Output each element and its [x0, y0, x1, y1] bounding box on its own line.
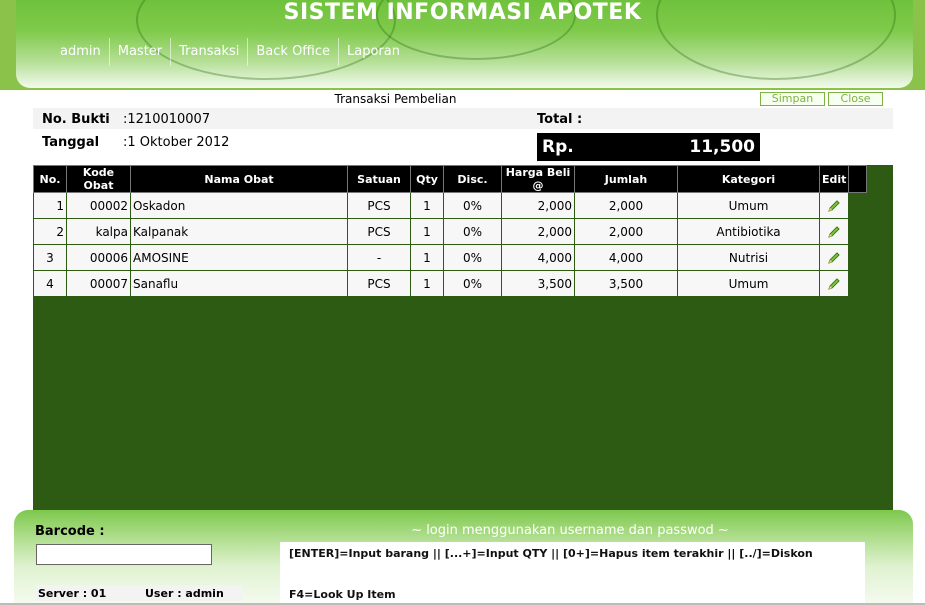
shortcut-help-line: [ENTER]=Input barang || [...+]=Input QTY… — [289, 547, 813, 560]
tanggal-label: Tanggal — [42, 135, 100, 150]
cell-harga: 3,500 — [501, 270, 575, 297]
shortcut-help-line: F4=Look Up Item — [289, 588, 396, 601]
col-header-kategori: Kategori — [677, 165, 820, 193]
cell-jumlah: 2,000 — [574, 192, 678, 219]
col-header-nama: Nama Obat — [130, 165, 348, 193]
user-status: User : admin — [145, 587, 224, 600]
currency-prefix: Rp. — [542, 137, 574, 157]
cell-harga: 4,000 — [501, 244, 575, 271]
save-button[interactable]: Simpan — [760, 92, 825, 106]
tanggal-value: :1 Oktober 2012 — [123, 135, 230, 150]
cell-disc: 0% — [443, 270, 502, 297]
cell-kode: 00007 — [66, 270, 131, 297]
cell-nama: Oskadon — [130, 192, 348, 219]
cell-nama: AMOSINE — [130, 244, 348, 271]
cell-no: 1 — [33, 192, 67, 219]
cell-kategori: Umum — [677, 192, 820, 219]
cell-spacer — [848, 218, 867, 245]
cell-disc: 0% — [443, 192, 502, 219]
help-section: ~ login menggunakan username dan passwod… — [275, 520, 870, 605]
nav-item-master[interactable]: Master — [110, 38, 172, 66]
pencil-icon[interactable] — [827, 277, 841, 291]
server-status: Server : 01 — [38, 587, 107, 600]
cell-edit[interactable] — [818, 244, 850, 271]
col-header-qty: Qty — [410, 165, 444, 193]
cell-spacer — [848, 192, 867, 219]
total-amount: 11,500 — [689, 137, 755, 157]
cell-kategori: Nutrisi — [677, 244, 820, 271]
nav-item-transaksi[interactable]: Transaksi — [171, 38, 249, 66]
pencil-icon[interactable] — [827, 225, 841, 239]
cell-nama: Kalpanak — [130, 218, 348, 245]
close-button[interactable]: Close — [828, 92, 883, 106]
table-header-row: No. Kode Obat Nama Obat Satuan Qty Disc.… — [33, 165, 868, 193]
pencil-icon[interactable] — [827, 251, 841, 265]
cell-spacer — [848, 270, 867, 297]
cell-harga: 2,000 — [501, 218, 575, 245]
page-title: Transaksi Pembelian — [334, 92, 457, 106]
cell-kategori: Umum — [677, 270, 820, 297]
cell-no: 4 — [33, 270, 67, 297]
no-bukti-value: :1210010007 — [123, 112, 211, 127]
barcode-input[interactable] — [36, 544, 212, 565]
table-row[interactable]: 3 00006 AMOSINE - 1 0% 4,000 4,000 Nutri… — [33, 244, 867, 271]
top-nav: admin Master Transaksi Back Office Lapor… — [52, 38, 408, 66]
nav-item-laporan[interactable]: Laporan — [339, 38, 408, 66]
cell-kategori: Antibiotika — [677, 218, 820, 245]
cell-jumlah: 3,500 — [574, 270, 678, 297]
col-header-jumlah: Jumlah — [574, 165, 678, 193]
app-title: SISTEM INFORMASI APOTEK — [283, 0, 642, 25]
nav-item-admin[interactable]: admin — [52, 38, 110, 66]
cell-qty: 1 — [410, 270, 444, 297]
cell-satuan: PCS — [347, 218, 411, 245]
cell-qty: 1 — [410, 244, 444, 271]
no-bukti-label: No. Bukti — [42, 112, 110, 127]
cell-qty: 1 — [410, 218, 444, 245]
col-header-harga: Harga Beli @ — [501, 165, 575, 193]
cell-jumlah: 2,000 — [574, 218, 678, 245]
cell-spacer — [848, 244, 867, 271]
cell-qty: 1 — [410, 192, 444, 219]
cell-edit[interactable] — [818, 192, 850, 219]
total-display: Rp. 11,500 — [537, 133, 760, 161]
cell-no: 2 — [33, 218, 67, 245]
col-header-kode: Kode Obat — [66, 165, 131, 193]
table-row[interactable]: 1 00002 Oskadon PCS 1 0% 2,000 2,000 Umu… — [33, 192, 867, 219]
nav-item-back-office[interactable]: Back Office — [248, 38, 340, 66]
cell-satuan: PCS — [347, 192, 411, 219]
cell-edit[interactable] — [818, 218, 850, 245]
help-text-panel: [ENTER]=Input barang || [...+]=Input QTY… — [280, 542, 865, 605]
cell-harga: 2,000 — [501, 192, 575, 219]
barcode-label: Barcode : — [35, 524, 105, 539]
cell-kode: kalpa — [66, 218, 131, 245]
pencil-icon[interactable] — [827, 199, 841, 213]
cell-jumlah: 4,000 — [574, 244, 678, 271]
cell-disc: 0% — [443, 218, 502, 245]
cell-disc: 0% — [443, 244, 502, 271]
col-header-disc: Disc. — [443, 165, 502, 193]
content-panel: Transaksi Pembelian Simpan Close No. Buk… — [33, 90, 893, 510]
cell-edit[interactable] — [818, 270, 850, 297]
total-label: Total : — [537, 112, 583, 127]
items-table-area: No. Kode Obat Nama Obat Satuan Qty Disc.… — [33, 165, 893, 510]
table-row[interactable]: 2 kalpa Kalpanak PCS 1 0% 2,000 2,000 An… — [33, 218, 867, 245]
col-header-no: No. — [33, 165, 67, 193]
cell-satuan: - — [347, 244, 411, 271]
col-header-edit: Edit — [818, 165, 850, 193]
col-header-satuan: Satuan — [347, 165, 411, 193]
help-title: ~ login menggunakan username dan passwod… — [411, 523, 729, 538]
table-row[interactable]: 4 00007 Sanaflu PCS 1 0% 3,500 3,500 Umu… — [33, 270, 867, 297]
col-header-spacer — [848, 165, 868, 193]
cell-nama: Sanaflu — [130, 270, 348, 297]
barcode-section: Barcode : Server : 01 User : admin — [33, 520, 248, 605]
cell-kode: 00006 — [66, 244, 131, 271]
status-bar: Server : 01 User : admin — [35, 585, 242, 601]
items-table: No. Kode Obat Nama Obat Satuan Qty Disc.… — [33, 165, 868, 297]
cell-kode: 00002 — [66, 192, 131, 219]
cell-satuan: PCS — [347, 270, 411, 297]
header-background: SISTEM INFORMASI APOTEK admin Master Tra… — [0, 0, 925, 90]
cell-no: 3 — [33, 244, 67, 271]
